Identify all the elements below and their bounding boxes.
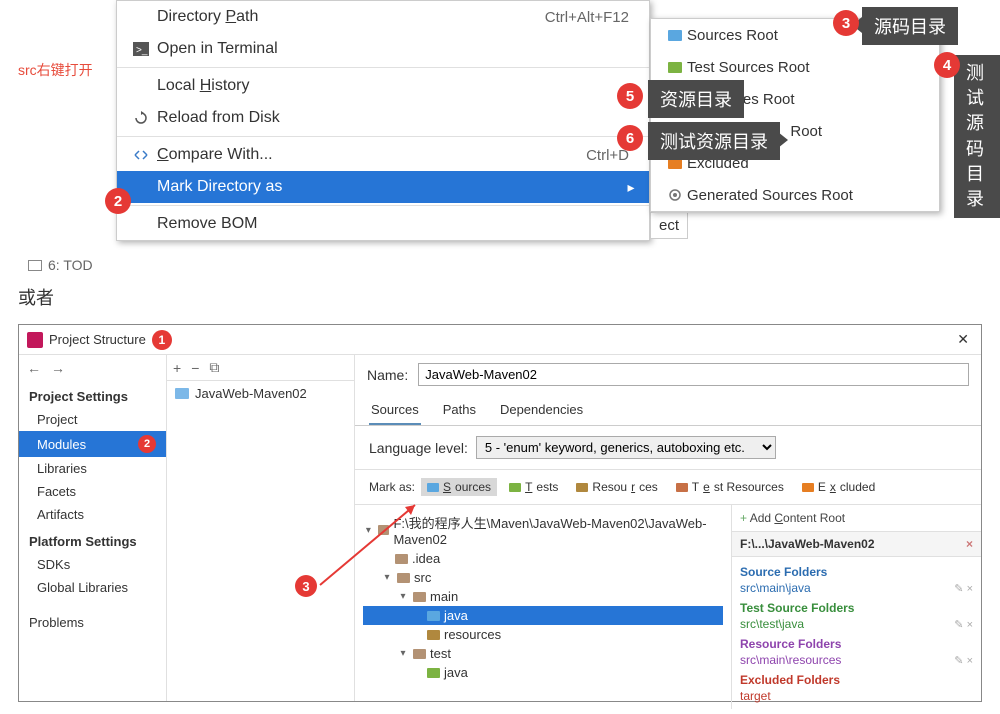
folder-icon [668,30,682,41]
tree-row-java-test[interactable]: java [363,663,723,682]
module-item[interactable]: JavaWeb-Maven02 [167,381,354,406]
toolwindow-fragment: 6: TOD [28,257,93,273]
resource-folder-path[interactable]: src\main\resources✎ × [740,651,973,669]
shortcut-text: Ctrl+Alt+F12 [545,9,637,26]
gear-icon [663,187,687,203]
menu-item-local-history[interactable]: Local History ▸ [117,70,649,102]
forward-button[interactable]: → [51,360,65,376]
sidebar-item-project[interactable]: Project [19,408,166,431]
section-platform-settings: Platform Settings [19,526,166,553]
or-text: 或者 [18,284,1000,310]
tooltip-sources-dir: 源码目录 [862,7,958,45]
badge-5: 5 [617,83,643,109]
mark-as-label: Mark as: [369,480,415,494]
settings-sidebar: ← → Project Settings Project Modules 2 L… [19,355,167,701]
add-content-root-button[interactable]: + + Add Content RootAdd Content Root [740,511,845,525]
tab-paths[interactable]: Paths [441,398,478,425]
sidebar-item-global-libraries[interactable]: Global Libraries [19,576,166,599]
mark-test-resources-button[interactable]: Test Resources [670,478,790,496]
content-root-path[interactable]: F:\...\JavaWeb-Maven02 × [732,532,981,557]
badge-2b: 2 [138,435,156,453]
project-structure-window: Project Structure 1 ✕ ← → Project Settin… [18,324,982,702]
menu-item-reload-disk[interactable]: Reload from Disk [117,102,649,134]
sidebar-item-problems[interactable]: Problems [19,611,166,634]
source-folders-title: Source Folders [740,565,973,579]
excluded-folder-path[interactable]: target [740,687,973,705]
tree-row-java-main[interactable]: java [363,606,723,625]
sidebar-item-facets[interactable]: Facets [19,480,166,503]
menu-separator [117,67,649,68]
badge-1: 1 [152,330,172,350]
terminal-icon: >_ [129,42,153,56]
menu-item-open-terminal[interactable]: >_ Open in Terminal [117,33,649,65]
tree-row-resources[interactable]: resources [363,625,723,644]
tab-dependencies[interactable]: Dependencies [498,398,585,425]
context-menu: Directory Path Ctrl+Alt+F12 >_ Open in T… [116,0,650,241]
menu-separator [117,136,649,137]
red-arrow-annotation [315,495,435,595]
annotation-src-right-click: src右键打开 [18,60,93,80]
badge-3: 3 [833,10,859,36]
module-main-panel: Name: Sources Paths Dependencies Languag… [355,355,981,701]
mark-resources-button[interactable]: Resources [570,478,663,496]
content-root-panel: + + Add Content RootAdd Content Root F:\… [731,505,981,709]
badge-6: 6 [617,125,643,151]
module-icon [175,388,189,399]
menu-item-directory-path[interactable]: Directory Path Ctrl+Alt+F12 [117,1,649,33]
menu-item-mark-directory-as[interactable]: Mark Directory as ▸ [117,171,649,203]
remove-module-button[interactable]: − [191,360,199,376]
name-field[interactable] [418,363,969,386]
app-icon [27,332,43,348]
test-source-folders-title: Test Source Folders [740,601,973,615]
copy-module-button[interactable]: ⧉ [209,359,219,376]
window-title: Project Structure [49,332,146,347]
sidebar-item-artifacts[interactable]: Artifacts [19,503,166,526]
section-project-settings: Project Settings [19,381,166,408]
sidebar-item-sdks[interactable]: SDKs [19,553,166,576]
reload-icon [129,110,153,126]
submenu-test-sources-root[interactable]: Test Sources Root [651,51,939,83]
badge-2: 2 [105,188,131,214]
badge-3b: 3 [295,575,317,597]
tree-row-test[interactable]: ▾test [363,644,723,663]
titlebar: Project Structure 1 ✕ [19,325,981,355]
mark-tests-button[interactable]: Tests [503,478,564,496]
source-folder-path[interactable]: src\main\java✎ × [740,579,973,597]
nav-arrows: ← → [19,355,166,381]
menu-item-compare-with[interactable]: Compare With... Ctrl+D [117,139,649,171]
svg-text:>_: >_ [136,45,148,56]
tooltip-test-sources-dir: 测试 源码 目录 [954,55,1000,218]
folder-icon [668,62,682,73]
language-level-label: Language level: [369,440,468,456]
sidebar-item-libraries[interactable]: Libraries [19,457,166,480]
name-label: Name: [367,367,408,383]
tooltip-resources-dir: 资源目录 [648,80,744,118]
tab-sources[interactable]: Sources [369,398,421,425]
tooltip-test-resources-dir: 测试资源目录 [648,122,780,160]
fragment-ect: ect [650,213,688,239]
test-source-folder-path[interactable]: src\test\java✎ × [740,615,973,633]
mark-excluded-button[interactable]: Excluded [796,478,881,496]
badge-4: 4 [934,52,960,78]
mark-sources-button[interactable]: Sources [421,478,497,496]
chevron-right-icon: ▸ [625,179,637,196]
compare-icon [129,147,153,163]
resource-folders-title: Resource Folders [740,637,973,651]
language-level-select[interactable]: 5 - 'enum' keyword, generics, autoboxing… [476,436,776,459]
close-button[interactable]: ✕ [953,331,973,348]
sidebar-item-modules[interactable]: Modules 2 [19,431,166,457]
menu-separator [117,205,649,206]
back-button[interactable]: ← [27,360,41,376]
submenu-generated-sources-root[interactable]: Generated Sources Root [651,179,939,211]
source-tree: ▾ F:\我的程序人生\Maven\JavaWeb-Maven02\JavaWe… [355,505,731,709]
remove-root-icon[interactable]: × [966,537,973,551]
add-module-button[interactable]: + [173,360,181,376]
excluded-folders-title: Excluded Folders [740,673,973,687]
menu-item-remove-bom[interactable]: Remove BOM [117,208,649,240]
